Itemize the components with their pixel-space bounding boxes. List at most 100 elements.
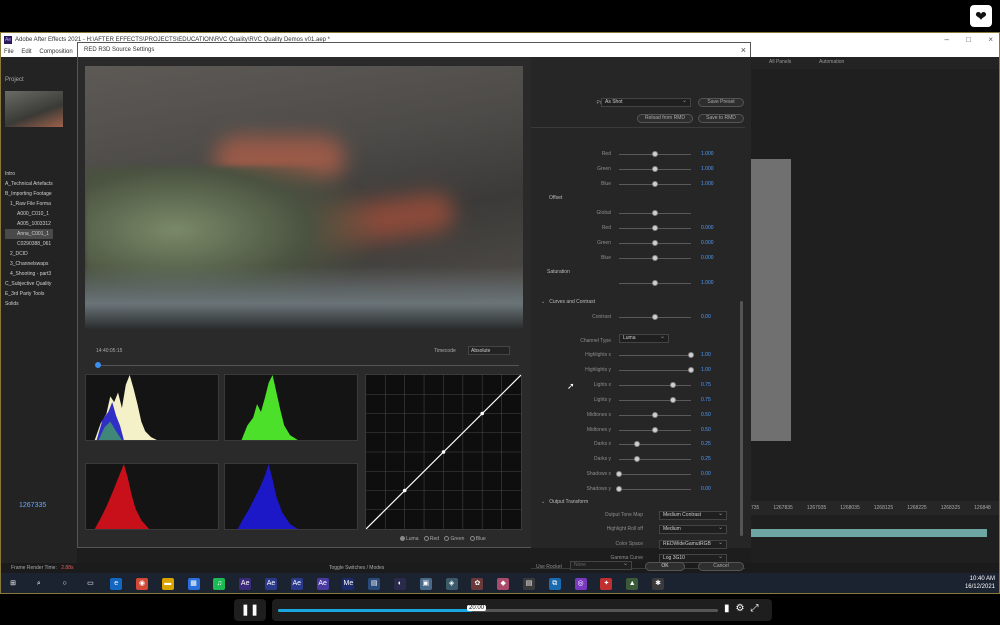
slider-value[interactable]: 0.000	[701, 255, 714, 261]
app-icon[interactable]: ◎	[574, 578, 587, 590]
cancel-button[interactable]: Cancel	[698, 562, 744, 571]
project-tree-item[interactable]: Anna_C001_1	[5, 229, 53, 239]
windows-start-icon[interactable]: ⊞	[7, 578, 19, 590]
settings-scrollbar[interactable]	[740, 301, 743, 536]
project-tree-item[interactable]: A000_C010_1	[5, 209, 53, 219]
slider-value[interactable]: 0.00	[701, 314, 711, 320]
app-icon[interactable]: ◈	[445, 578, 458, 590]
ok-button[interactable]: OK	[645, 562, 685, 571]
app-icon[interactable]: ▲	[626, 578, 639, 590]
slider-value[interactable]: 1.000	[701, 280, 714, 286]
timecode-mode-select[interactable]: Absolute	[468, 346, 510, 355]
output-dropdown[interactable]: REDWideGamutRGB	[659, 539, 727, 549]
project-tree-item[interactable]: A005_1003312	[5, 219, 53, 229]
curves-section[interactable]: ⌄ Curves and Contrast	[541, 299, 595, 305]
slider-value[interactable]: 0.000	[701, 240, 714, 246]
app-icon[interactable]: ▤	[523, 578, 535, 590]
slider-value[interactable]: 0.00	[701, 471, 711, 477]
timeline-timecode[interactable]: 1267335	[19, 502, 46, 509]
project-tree-item[interactable]: A_Technical Artefacts	[5, 179, 53, 189]
menu-composition[interactable]: Composition	[39, 49, 72, 55]
app-icon[interactable]: ▤	[368, 578, 381, 590]
slider-track[interactable]	[619, 399, 691, 401]
slider-value[interactable]: 0.25	[701, 456, 711, 462]
output-dropdown[interactable]: Medium	[659, 525, 727, 535]
slider-value[interactable]: 0.00	[701, 486, 711, 492]
volume-icon[interactable]: ▮	[724, 603, 730, 614]
slider-handle[interactable]	[688, 352, 694, 358]
close-window-icon[interactable]: ×	[988, 33, 993, 47]
slider-value[interactable]: 0.75	[701, 382, 711, 388]
slider-value[interactable]: 1.00	[701, 352, 711, 358]
task-view-icon[interactable]: ▭	[84, 578, 97, 590]
slider-value[interactable]: 0.25	[701, 441, 711, 447]
workspace-all-panels[interactable]: All Panels	[769, 59, 791, 65]
project-tree-item[interactable]: 1_Raw File Forma	[5, 199, 53, 209]
ae-icon[interactable]: Ae	[239, 578, 252, 590]
media-encoder-icon[interactable]: Me	[342, 578, 355, 590]
save-preset-button[interactable]: Save Preset	[698, 98, 744, 107]
slider-handle[interactable]	[652, 411, 658, 418]
search-icon[interactable]: ⌕	[32, 578, 45, 590]
menu-edit[interactable]: Edit	[21, 49, 31, 55]
scrub-handle[interactable]	[95, 362, 101, 368]
app-icon[interactable]: ✱	[652, 578, 664, 590]
app-icon[interactable]: ◆	[497, 578, 510, 590]
slider-track[interactable]	[619, 459, 691, 461]
slider-value[interactable]: 1.000	[701, 166, 714, 172]
store-icon[interactable]: ▦	[187, 578, 200, 590]
slider-handle[interactable]	[652, 280, 658, 286]
radio-red[interactable]	[423, 536, 429, 542]
cortana-icon[interactable]: ○	[58, 578, 71, 590]
toggle-switches-label[interactable]: Toggle Switches / Modes	[329, 563, 384, 573]
app-icon[interactable]: ✦	[600, 578, 613, 590]
taskbar-clock[interactable]: 10:40 AM 16/12/2021	[965, 575, 995, 591]
scrub-track[interactable]	[96, 365, 519, 366]
slider-handle[interactable]	[652, 210, 658, 216]
spotify-icon[interactable]: ♫	[213, 578, 226, 590]
slider-handle[interactable]	[670, 396, 676, 403]
project-tab[interactable]: Project	[5, 77, 24, 83]
save-rmd-button[interactable]: Save to RMD	[698, 114, 744, 123]
slider-handle[interactable]	[670, 381, 676, 388]
heart-icon[interactable]: ❤	[970, 5, 992, 27]
app-icon[interactable]: ◐	[394, 578, 406, 590]
slider-handle[interactable]	[652, 426, 658, 433]
menu-file[interactable]: File	[4, 49, 14, 55]
slider-track[interactable]	[619, 444, 691, 446]
composition-viewer[interactable]	[751, 159, 791, 441]
project-tree-item[interactable]: E_3rd Party Tools	[5, 289, 53, 299]
ae-active-icon[interactable]: Ae	[316, 578, 329, 590]
rocket-dropdown[interactable]: None	[570, 561, 632, 570]
project-tree-item[interactable]: 4_Shooting - part3	[5, 269, 53, 279]
radio-luma[interactable]	[400, 536, 405, 542]
slider-track[interactable]	[619, 474, 691, 476]
slider-value[interactable]: 1.00	[701, 367, 711, 373]
slider-handle[interactable]	[652, 181, 658, 187]
vscode-icon[interactable]: ⧉	[548, 578, 561, 590]
settings-gear-icon[interactable]: ⚙	[736, 603, 745, 614]
slider-handle[interactable]	[652, 314, 658, 320]
channel-type-dropdown[interactable]: Luma	[619, 334, 669, 343]
project-tree-item[interactable]: C0290388_061	[5, 239, 53, 249]
output-dropdown[interactable]: Medium Contrast	[659, 511, 727, 520]
slider-value[interactable]: 1.000	[701, 151, 714, 157]
timeline-layer-bar[interactable]	[751, 529, 987, 537]
slider-track[interactable]	[619, 489, 691, 491]
slider-handle[interactable]	[652, 151, 658, 157]
slider-handle[interactable]	[652, 255, 658, 261]
project-tree-item[interactable]: 3_Channelswaps	[5, 259, 53, 269]
radio-blue[interactable]	[469, 536, 475, 542]
slider-handle[interactable]	[652, 166, 658, 172]
slider-value[interactable]: 0.000	[701, 225, 714, 231]
slider-track[interactable]	[619, 369, 691, 371]
slider-value[interactable]: 1.000	[701, 181, 714, 187]
slider-handle[interactable]	[634, 456, 640, 463]
curve-graph[interactable]	[365, 374, 522, 530]
slider-track[interactable]	[619, 355, 691, 356]
slider-value[interactable]: 0.50	[701, 412, 711, 418]
minimize-icon[interactable]: –	[945, 33, 949, 47]
dialog-close-icon[interactable]: ×	[741, 43, 746, 57]
maximize-icon[interactable]: □	[966, 33, 971, 47]
project-tree-item[interactable]: B_Importing Footage	[5, 189, 53, 199]
